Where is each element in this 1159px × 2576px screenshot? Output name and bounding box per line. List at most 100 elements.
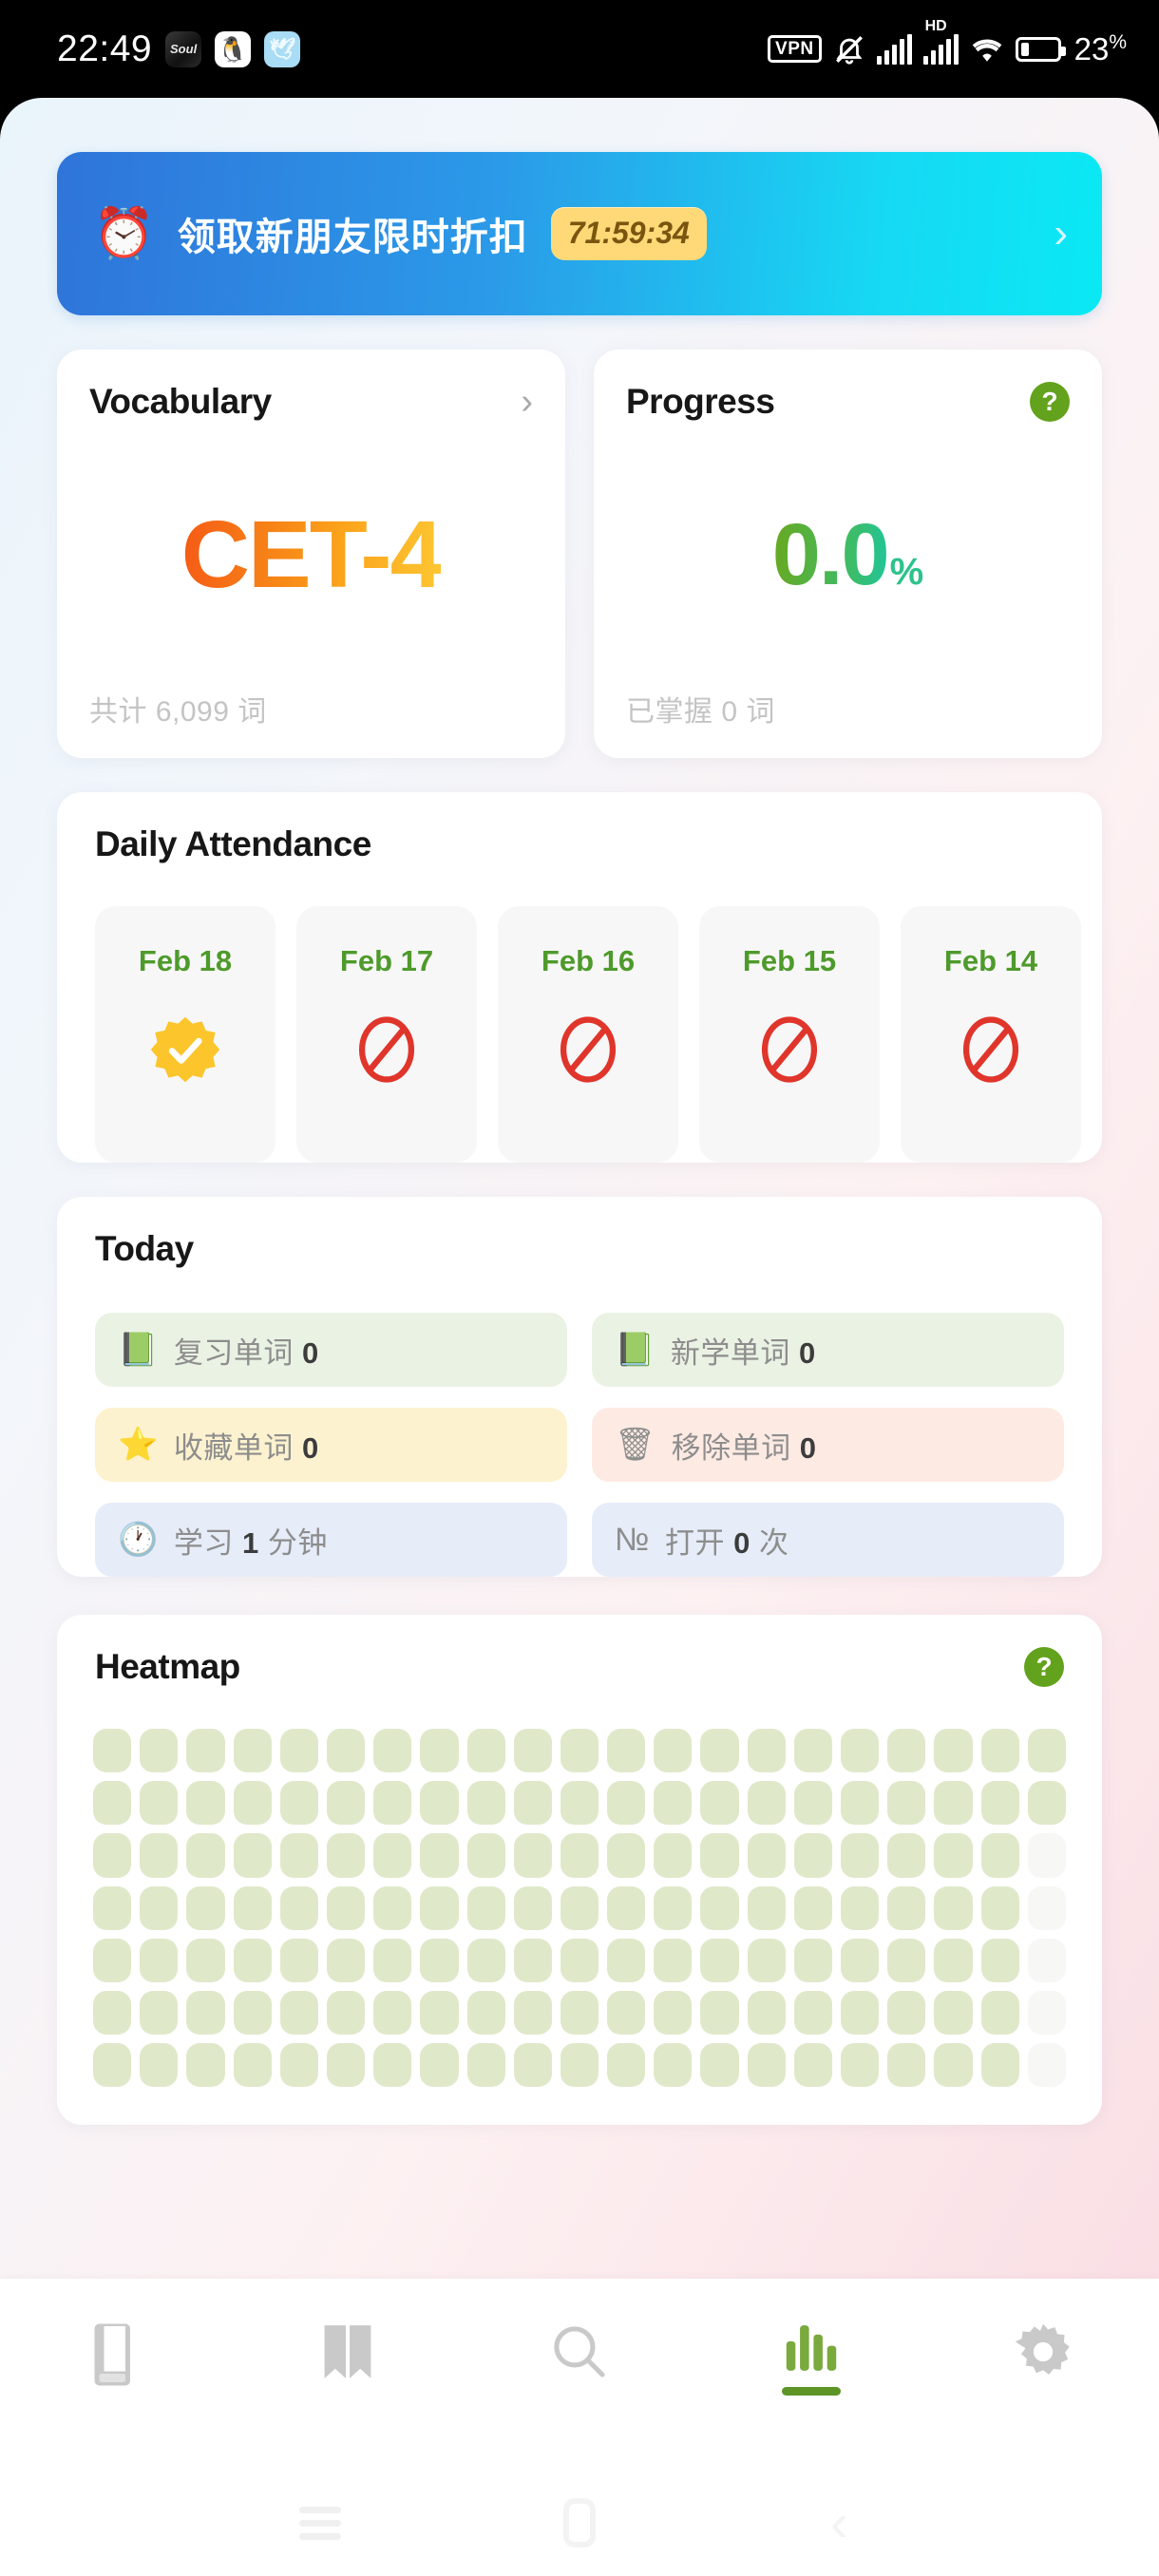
heatmap-cell[interactable] bbox=[1027, 1885, 1066, 1930]
heatmap-cell[interactable] bbox=[793, 1885, 833, 1930]
heatmap-cell[interactable] bbox=[279, 2043, 318, 2088]
heatmap-cell[interactable] bbox=[747, 2043, 786, 2088]
heatmap-cell[interactable] bbox=[420, 1781, 459, 1826]
heatmap-cell[interactable] bbox=[654, 2043, 693, 2088]
today-stat-chip[interactable]: 🗑 移除单词 0 bbox=[592, 1408, 1064, 1482]
heatmap-cell[interactable] bbox=[373, 1833, 412, 1878]
heatmap-cell[interactable] bbox=[326, 1781, 366, 1826]
heatmap-cell[interactable] bbox=[934, 1938, 973, 1982]
scroll-area[interactable]: ⏰ 领取新朋友限时折扣 71:59:34 › Vocabulary › CET-… bbox=[0, 98, 1159, 2279]
heatmap-cell[interactable] bbox=[186, 1991, 225, 2036]
attendance-day[interactable]: Feb 14 bbox=[901, 906, 1081, 1163]
heatmap-cell[interactable] bbox=[1027, 1833, 1066, 1878]
heatmap-cell[interactable] bbox=[186, 2043, 225, 2088]
heatmap-cell[interactable] bbox=[560, 1991, 599, 2036]
heatmap-cell[interactable] bbox=[700, 1885, 739, 1930]
heatmap-cell[interactable] bbox=[93, 1833, 132, 1878]
heatmap-cell[interactable] bbox=[747, 1991, 786, 2036]
today-stat-chip[interactable]: 📗 新学单词 0 bbox=[592, 1313, 1064, 1387]
heatmap-cell[interactable] bbox=[466, 2043, 505, 2088]
heatmap-cell[interactable] bbox=[233, 1781, 272, 1826]
heatmap-cell[interactable] bbox=[186, 1833, 225, 1878]
heatmap-cell[interactable] bbox=[934, 1833, 973, 1878]
heatmap-cell[interactable] bbox=[373, 1938, 412, 1982]
heatmap-cell[interactable] bbox=[607, 1781, 646, 1826]
heatmap-cell[interactable] bbox=[887, 1938, 926, 1982]
heatmap-cell[interactable] bbox=[1027, 1991, 1066, 2036]
chevron-right-icon[interactable]: › bbox=[521, 384, 533, 419]
help-icon[interactable]: ? bbox=[1024, 1647, 1064, 1687]
heatmap-cell[interactable] bbox=[654, 1729, 693, 1773]
heatmap-cell[interactable] bbox=[934, 1781, 973, 1826]
attendance-day[interactable]: Feb 16 bbox=[498, 906, 678, 1163]
heatmap-cell[interactable] bbox=[279, 1833, 318, 1878]
heatmap-cell[interactable] bbox=[747, 1833, 786, 1878]
heatmap-cell[interactable] bbox=[279, 1991, 318, 2036]
heatmap-cell[interactable] bbox=[700, 1729, 739, 1773]
heatmap-cell[interactable] bbox=[841, 1833, 880, 1878]
heatmap-cell[interactable] bbox=[140, 1781, 179, 1826]
vocabulary-card[interactable]: Vocabulary › CET-4 共计 6,099 词 bbox=[57, 350, 565, 758]
heatmap-cell[interactable] bbox=[654, 1991, 693, 2036]
heatmap-cell[interactable] bbox=[654, 1833, 693, 1878]
recents-icon[interactable] bbox=[287, 2490, 353, 2556]
heatmap-cell[interactable] bbox=[934, 1729, 973, 1773]
heatmap-cell[interactable] bbox=[140, 1833, 179, 1878]
heatmap-cell[interactable] bbox=[513, 1833, 552, 1878]
heatmap-cell[interactable] bbox=[93, 2043, 132, 2088]
heatmap-cell[interactable] bbox=[980, 1833, 1019, 1878]
heatmap-cell[interactable] bbox=[700, 1781, 739, 1826]
heatmap-cell[interactable] bbox=[373, 2043, 412, 2088]
heatmap-cell[interactable] bbox=[93, 1729, 132, 1773]
heatmap-cell[interactable] bbox=[887, 1729, 926, 1773]
heatmap-cell[interactable] bbox=[793, 1729, 833, 1773]
heatmap-cell[interactable] bbox=[466, 1885, 505, 1930]
heatmap-cell[interactable] bbox=[980, 2043, 1019, 2088]
heatmap-cell[interactable] bbox=[934, 1885, 973, 1930]
heatmap-cell[interactable] bbox=[373, 1781, 412, 1826]
heatmap-cell[interactable] bbox=[841, 2043, 880, 2088]
heatmap-cell[interactable] bbox=[279, 1781, 318, 1826]
tab-search[interactable] bbox=[464, 2320, 695, 2383]
heatmap-cell[interactable] bbox=[607, 1833, 646, 1878]
heatmap-cell[interactable] bbox=[980, 1885, 1019, 1930]
heatmap-cell[interactable] bbox=[466, 1729, 505, 1773]
heatmap-cell[interactable] bbox=[841, 1781, 880, 1826]
heatmap-cell[interactable] bbox=[326, 1991, 366, 2036]
heatmap-cell[interactable] bbox=[373, 1885, 412, 1930]
heatmap-cell[interactable] bbox=[140, 1729, 179, 1773]
heatmap-cell[interactable] bbox=[326, 1729, 366, 1773]
heatmap-cell[interactable] bbox=[747, 1729, 786, 1773]
heatmap-cell[interactable] bbox=[934, 1991, 973, 2036]
heatmap-cell[interactable] bbox=[700, 1991, 739, 2036]
heatmap-cell[interactable] bbox=[140, 1991, 179, 2036]
promo-banner[interactable]: ⏰ 领取新朋友限时折扣 71:59:34 › bbox=[57, 152, 1102, 315]
attendance-strip[interactable]: Feb 18 Feb 17 Feb 16 Feb 15 Feb 14 bbox=[57, 906, 1102, 1163]
heatmap-cell[interactable] bbox=[560, 2043, 599, 2088]
heatmap-cell[interactable] bbox=[93, 1938, 132, 1982]
heatmap-cell[interactable] bbox=[233, 2043, 272, 2088]
heatmap-cell[interactable] bbox=[887, 1885, 926, 1930]
heatmap-cell[interactable] bbox=[887, 1833, 926, 1878]
heatmap-cell[interactable] bbox=[186, 1885, 225, 1930]
heatmap-cell[interactable] bbox=[747, 1938, 786, 1982]
heatmap-cell[interactable] bbox=[513, 2043, 552, 2088]
heatmap-cell[interactable] bbox=[607, 1885, 646, 1930]
heatmap-cell[interactable] bbox=[233, 1729, 272, 1773]
heatmap-cell[interactable] bbox=[654, 1938, 693, 1982]
heatmap-cell[interactable] bbox=[373, 1991, 412, 2036]
heatmap-cell[interactable] bbox=[980, 1938, 1019, 1982]
heatmap-cell[interactable] bbox=[654, 1885, 693, 1930]
heatmap-cell[interactable] bbox=[607, 1991, 646, 2036]
heatmap-cell[interactable] bbox=[326, 1833, 366, 1878]
help-icon[interactable]: ? bbox=[1030, 382, 1070, 422]
heatmap-cell[interactable] bbox=[700, 1938, 739, 1982]
heatmap-cell[interactable] bbox=[607, 1729, 646, 1773]
heatmap-cell[interactable] bbox=[980, 1781, 1019, 1826]
heatmap-cell[interactable] bbox=[420, 2043, 459, 2088]
heatmap-cell[interactable] bbox=[700, 2043, 739, 2088]
heatmap-cell[interactable] bbox=[420, 1833, 459, 1878]
heatmap-cell[interactable] bbox=[887, 2043, 926, 2088]
heatmap-cell[interactable] bbox=[700, 1833, 739, 1878]
heatmap-cell[interactable] bbox=[420, 1938, 459, 1982]
